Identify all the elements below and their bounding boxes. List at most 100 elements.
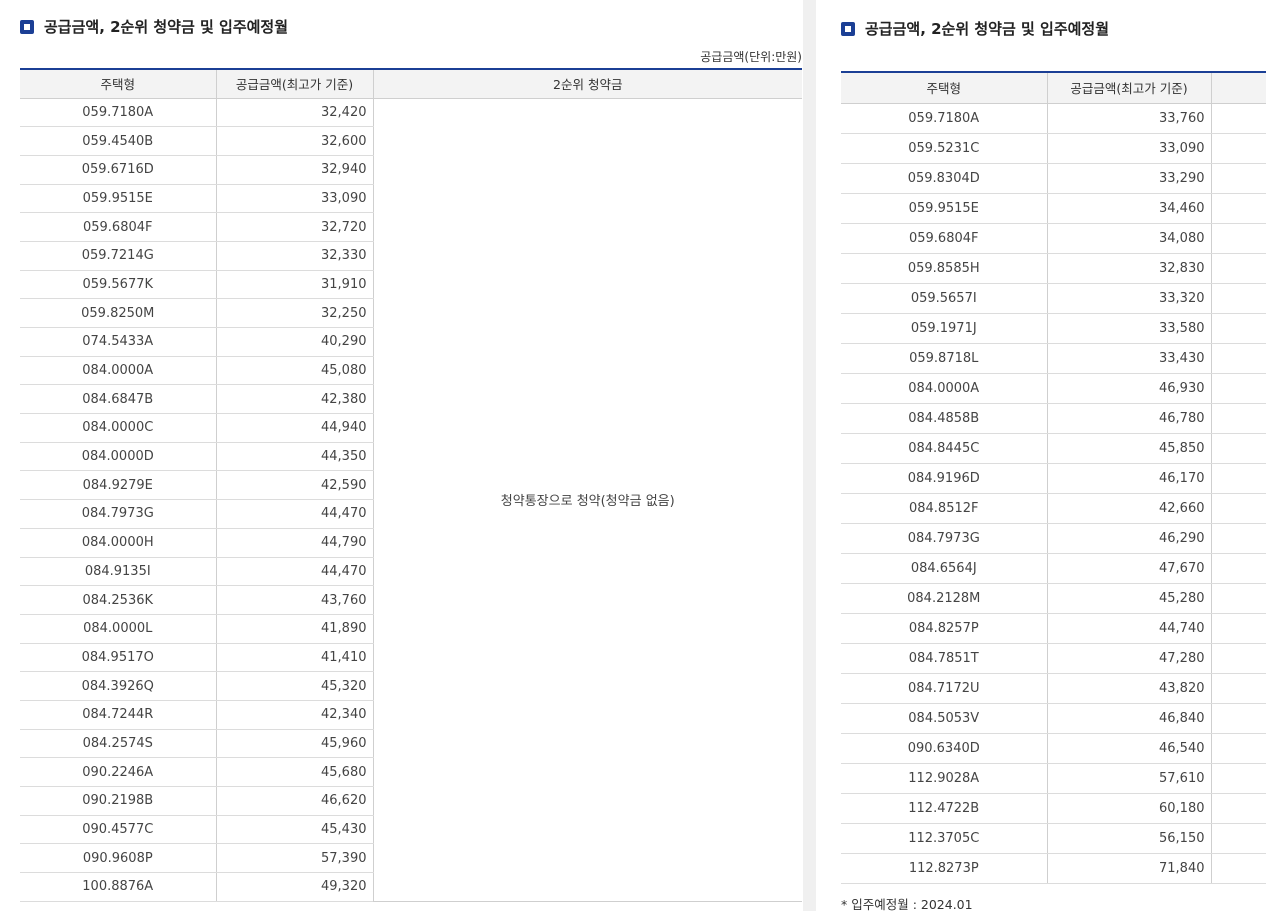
table-row: 112.8273P 71,840	[841, 853, 1266, 884]
house-type-cell: 059.8250M	[20, 298, 217, 328]
house-type-cell: 059.5677K	[20, 270, 217, 300]
supply-price-cell: 41,890	[216, 614, 374, 644]
house-type-cell: 084.0000A	[20, 356, 217, 386]
supply-price-cell: 33,320	[1047, 283, 1212, 314]
extra-cell	[1211, 823, 1266, 854]
extra-cell	[1211, 223, 1266, 254]
supply-price-cell: 46,780	[1047, 403, 1212, 434]
supply-price-cell: 46,840	[1047, 703, 1212, 734]
supply-price-cell: 46,540	[1047, 733, 1212, 764]
extra-cell	[1211, 133, 1266, 164]
house-type-cell: 059.1971J	[841, 313, 1048, 344]
house-type-cell: 084.5053V	[841, 703, 1048, 734]
supply-price-cell: 47,670	[1047, 553, 1212, 584]
house-type-cell: 074.5433A	[20, 327, 217, 357]
supply-price-cell: 33,580	[1047, 313, 1212, 344]
extra-cell	[1211, 763, 1266, 794]
supply-price-cell: 45,320	[216, 671, 374, 701]
header-house-type: 주택형	[841, 72, 1048, 104]
table-row: 059.1971J 33,580	[841, 313, 1266, 344]
house-type-cell: 084.7973G	[841, 523, 1048, 554]
table-row: 059.5657I 33,320	[841, 283, 1266, 314]
house-type-cell: 084.0000L	[20, 614, 217, 644]
extra-cell	[1211, 493, 1266, 524]
house-type-cell: 100.8876A	[20, 872, 217, 902]
extra-cell	[1211, 853, 1266, 884]
house-type-cell: 112.3705C	[841, 823, 1048, 854]
supply-price-cell: 45,430	[216, 815, 374, 845]
header-extra	[1211, 72, 1266, 104]
house-type-cell: 059.9515E	[841, 193, 1048, 224]
supply-price-cell: 44,350	[216, 442, 374, 472]
house-type-cell: 059.7214G	[20, 241, 217, 271]
extra-cell	[1211, 103, 1266, 134]
supply-price-cell: 43,760	[216, 585, 374, 615]
supply-price-cell: 34,460	[1047, 193, 1212, 224]
house-type-cell: 059.7180A	[841, 103, 1048, 134]
supply-price-cell: 46,930	[1047, 373, 1212, 404]
section-title-text: 공급금액, 2순위 청약금 및 입주예정월	[44, 18, 289, 36]
table-row: 112.4722B 60,180	[841, 793, 1266, 824]
supply-price-cell: 32,720	[216, 212, 374, 242]
supply-price-cell: 44,790	[216, 528, 374, 558]
house-type-cell: 059.6804F	[20, 212, 217, 242]
supply-price-cell: 42,340	[216, 700, 374, 730]
house-type-cell: 112.9028A	[841, 763, 1048, 794]
table-row: 084.5053V 46,840	[841, 703, 1266, 734]
square-bullet-icon	[20, 19, 34, 34]
house-type-cell: 084.7172U	[841, 673, 1048, 704]
section-title-text: 공급금액, 2순위 청약금 및 입주예정월	[865, 20, 1110, 38]
house-type-cell: 084.6564J	[841, 553, 1048, 584]
supply-price-cell: 44,940	[216, 413, 374, 443]
extra-cell	[1211, 193, 1266, 224]
header-supply-price: 공급금액(최고가 기준)	[216, 69, 374, 99]
house-type-cell: 084.7973G	[20, 499, 217, 529]
left-panel: 공급금액, 2순위 청약금 및 입주예정월 공급금액(단위:만원) 주택형 공급…	[0, 0, 803, 911]
house-type-cell: 084.7851T	[841, 643, 1048, 674]
house-type-cell: 084.4858B	[841, 403, 1048, 434]
extra-cell	[1211, 403, 1266, 434]
house-type-cell: 112.4722B	[841, 793, 1048, 824]
table-row: 084.9196D 46,170	[841, 463, 1266, 494]
house-type-cell: 084.3926Q	[20, 671, 217, 701]
supply-price-cell: 33,090	[1047, 133, 1212, 164]
header-supply-price: 공급금액(최고가 기준)	[1047, 72, 1212, 104]
deposit-merged-cell: 청약통장으로 청약(청약금 없음)	[373, 98, 802, 902]
supply-price-cell: 33,090	[216, 184, 374, 214]
supply-price-cell: 34,080	[1047, 223, 1212, 254]
section-title: 공급금액, 2순위 청약금 및 입주예정월	[20, 16, 288, 37]
house-type-cell: 059.8304D	[841, 163, 1048, 194]
supply-price-cell: 57,610	[1047, 763, 1212, 794]
house-type-cell: 084.8257P	[841, 613, 1048, 644]
table-row: 084.7973G 46,290	[841, 523, 1266, 554]
house-type-cell: 084.0000H	[20, 528, 217, 558]
unit-label: 공급금액(단위:만원)	[700, 50, 802, 64]
table-row: 084.8445C 45,850	[841, 433, 1266, 464]
house-type-cell: 059.8585H	[841, 253, 1048, 284]
extra-cell	[1211, 643, 1266, 674]
section-title: 공급금액, 2순위 청약금 및 입주예정월	[841, 18, 1109, 39]
supply-price-cell: 32,420	[216, 98, 374, 128]
table-row: 112.9028A 57,610	[841, 763, 1266, 794]
house-type-cell: 090.9608P	[20, 843, 217, 874]
house-type-cell: 084.7244R	[20, 700, 217, 730]
table-row: 090.6340D 46,540	[841, 733, 1266, 764]
supply-price-cell: 45,960	[216, 729, 374, 759]
supply-price-cell: 45,280	[1047, 583, 1212, 614]
house-type-cell: 090.6340D	[841, 733, 1048, 764]
supply-price-cell: 45,680	[216, 757, 374, 787]
supply-price-cell: 43,820	[1047, 673, 1212, 704]
table-row: 059.5231C 33,090	[841, 133, 1266, 164]
supply-price-cell: 46,290	[1047, 523, 1212, 554]
table-row: 084.8257P 44,740	[841, 613, 1266, 644]
table-row: 084.8512F 42,660	[841, 493, 1266, 524]
supply-price-cell: 44,470	[216, 557, 374, 587]
table-row: 059.9515E 34,460	[841, 193, 1266, 224]
house-type-cell: 090.2198B	[20, 786, 217, 816]
supply-price-cell: 60,180	[1047, 793, 1212, 824]
supply-price-cell: 33,760	[1047, 103, 1212, 134]
supply-price-cell: 32,600	[216, 126, 374, 156]
supply-price-table: 주택형 공급금액(최고가 기준) 2순위 청약금 059.7180A 32,420…	[20, 68, 802, 902]
supply-price-cell: 56,150	[1047, 823, 1212, 854]
table-row: 084.0000A 46,930	[841, 373, 1266, 404]
